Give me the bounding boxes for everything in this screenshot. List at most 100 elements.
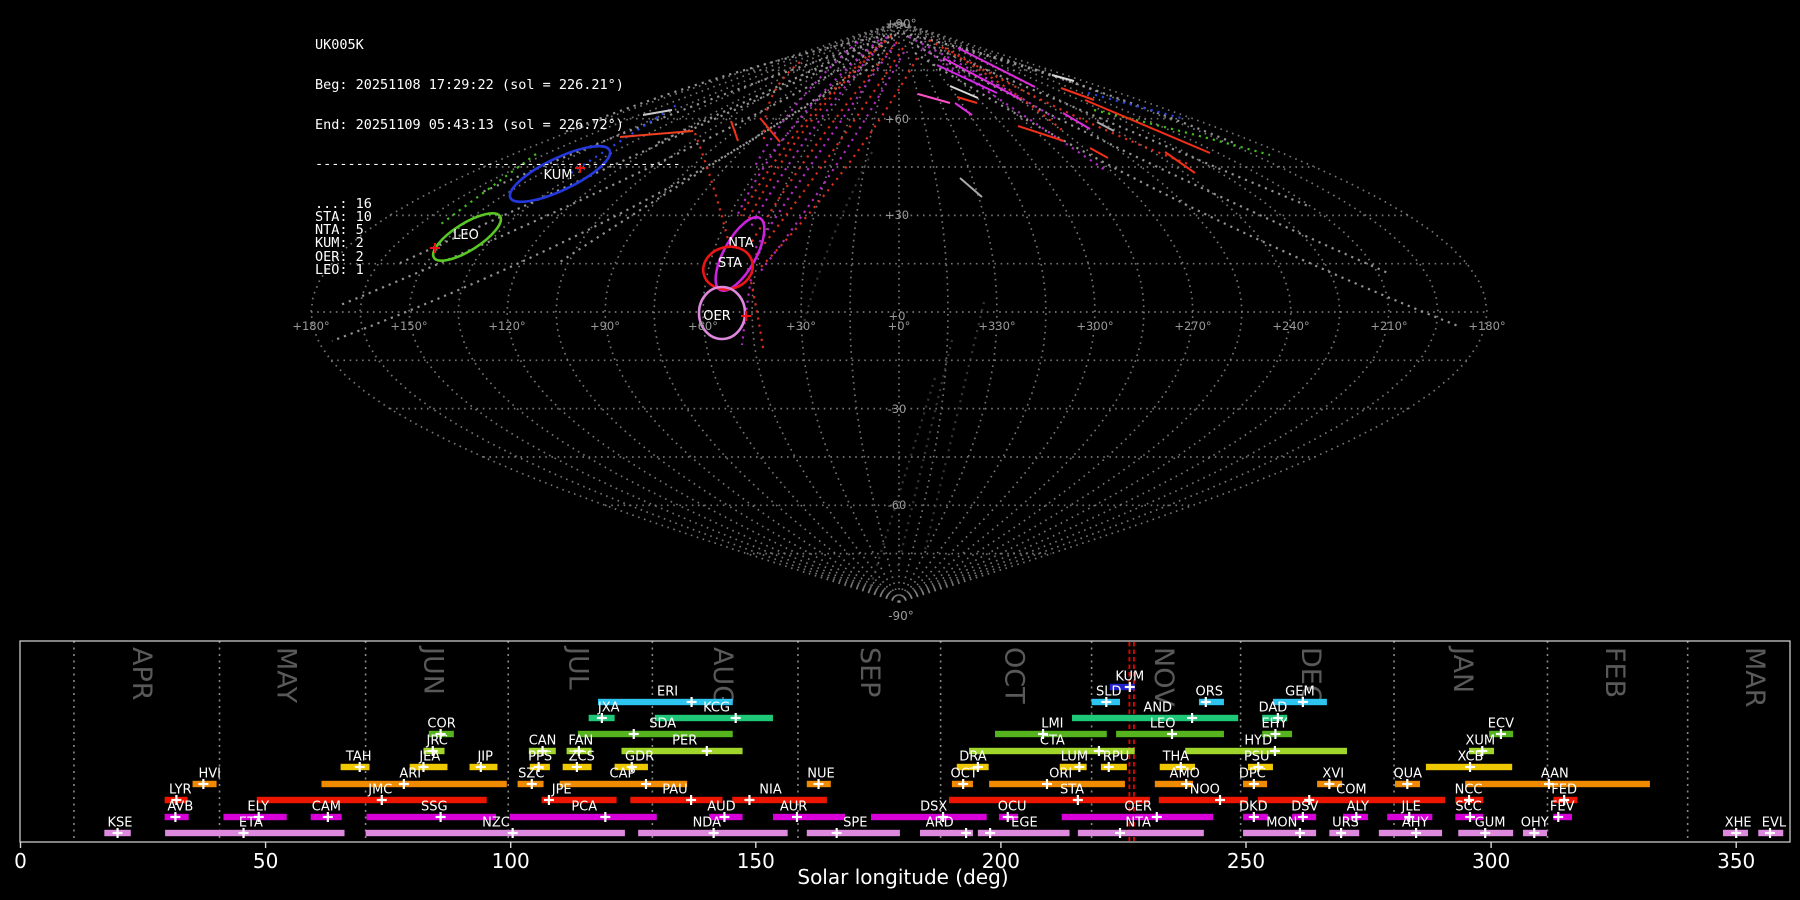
shower-label-RPU: RPU — [1103, 750, 1129, 765]
shower-label-EVL: EVL — [1762, 816, 1787, 831]
shower-bar-NTA — [1078, 830, 1204, 836]
meteor-trail-gray — [657, 47, 862, 143]
longitude-label: +240° — [1272, 319, 1309, 333]
shower-label-ETA: ETA — [239, 816, 263, 831]
shower-label-AAN: AAN — [1541, 767, 1569, 782]
shower-label-LEO: LEO — [1150, 717, 1176, 732]
shower-label-QUA: QUA — [1393, 767, 1422, 782]
meteor-trail-magenta — [753, 44, 895, 252]
shower-label-ARI: ARI — [399, 767, 421, 782]
shower-bar-PCA — [510, 814, 657, 820]
shower-label-GUM: GUM — [1475, 816, 1506, 831]
shower-label-DPC: DPC — [1239, 767, 1266, 782]
shower-label-KUM: KUM — [1115, 670, 1144, 685]
axis-tick-label: 100 — [492, 849, 530, 873]
shower-label-NZC: NZC — [482, 816, 510, 831]
meteor-streak — [1090, 148, 1108, 158]
month-label-MAY: MAY — [271, 647, 302, 704]
radiant-label-STA: STA — [718, 256, 742, 271]
shower-label-PAU: PAU — [662, 783, 687, 798]
shower-label-NTA: NTA — [1125, 816, 1151, 831]
legend-separator: ----------------------------------------… — [315, 158, 681, 171]
shower-label-SLD: SLD — [1096, 685, 1122, 700]
axis-tick-label: 0 — [14, 849, 27, 873]
shower-count-list: ...: 16STA: 10NTA: 5KUM: 2OER: 2LEO: 1 — [315, 198, 681, 277]
shower-bar-JMC — [257, 797, 487, 803]
shower-label-ALY: ALY — [1347, 800, 1369, 815]
shower-label-STA: STA — [1060, 783, 1084, 798]
shower-label-TAH: TAH — [345, 750, 372, 765]
month-label-JUL: JUL — [562, 645, 593, 690]
shower-label-XCB: XCB — [1458, 750, 1484, 765]
shower-label-ORS: ORS — [1195, 685, 1223, 700]
axis-tick-label: 300 — [1472, 849, 1510, 873]
shower-label-CAM: CAM — [312, 800, 341, 815]
meteor-trail-faint — [924, 302, 984, 554]
shower-label-ARD: ARD — [926, 816, 954, 831]
shower-label-OCU: OCU — [998, 800, 1027, 815]
shower-bar-STA — [949, 797, 1150, 803]
shower-label-SPE: SPE — [843, 816, 867, 831]
shower-bar-SSG — [367, 814, 496, 820]
axis-tick-label: 250 — [1227, 849, 1265, 873]
grid-meridian — [752, 22, 899, 602]
shower-count: LEO: 1 — [315, 264, 681, 277]
shower-label-LUM: LUM — [1061, 750, 1088, 765]
longitude-label: +60° — [688, 319, 718, 333]
shower-label-DSX: DSX — [920, 800, 947, 815]
shower-label-DKD: DKD — [1239, 800, 1268, 815]
x-axis-title: Solar longitude (deg) — [797, 865, 1008, 889]
shower-count: OER: 2 — [315, 251, 681, 264]
shower-label-JXA: JXA — [597, 701, 620, 716]
shower-bar-NOO — [1159, 797, 1248, 803]
solar-longitude-axis: 050100150200250300350Solar longitude (de… — [14, 842, 1755, 889]
latitude-label: +60 — [885, 112, 909, 126]
month-label-FEB: FEB — [1599, 647, 1630, 698]
radiant-and-activity-plot: KUMLEONTASTAOER+90°-90°+60+30+0-30-60+18… — [0, 0, 1800, 900]
shower-label-JEA: JEA — [418, 750, 440, 765]
shower-label-EHY: EHY — [1261, 717, 1287, 732]
meteor-streak — [960, 178, 982, 197]
shower-label-XHE: XHE — [1725, 816, 1752, 831]
shower-label-MON: MON — [1266, 816, 1297, 831]
grid-meridian — [899, 22, 1291, 602]
meteor-streak — [950, 86, 978, 98]
shower-label-GDR: GDR — [625, 750, 654, 765]
month-label-AUG: AUG — [707, 647, 738, 706]
grid-meridian — [899, 22, 1095, 602]
shower-label-ZCS: ZCS — [569, 750, 595, 765]
shower-label-AUR: AUR — [780, 800, 807, 815]
shower-label-LMI: LMI — [1041, 717, 1063, 732]
shower-label-JRC: JRC — [426, 734, 448, 749]
shower-label-NUE: NUE — [807, 767, 834, 782]
shower-count: KUM: 2 — [315, 237, 681, 250]
shower-label-EGE: EGE — [1011, 816, 1038, 831]
meteor-streak — [957, 97, 977, 103]
shower-label-SCC: SCC — [1455, 800, 1481, 815]
meteor-trail-faint — [898, 340, 952, 566]
shower-label-KCG: KCG — [703, 701, 730, 716]
axis-tick-label: 50 — [253, 849, 278, 873]
shower-label-OHY: OHY — [1521, 816, 1549, 831]
shower-label-CAP: CAP — [610, 767, 636, 782]
meteor-trail-red — [760, 58, 917, 268]
shower-label-DSV: DSV — [1291, 800, 1318, 815]
latitude-label: -60 — [888, 498, 907, 512]
longitude-label: +30° — [786, 319, 816, 333]
shower-bar-ARI — [321, 781, 506, 787]
shower-label-ERI: ERI — [657, 685, 678, 700]
meteor-trail-magenta — [754, 42, 858, 168]
shower-label-ELY: ELY — [247, 800, 269, 815]
month-label-MAR: MAR — [1739, 647, 1770, 708]
shower-label-ORI: ORI — [1049, 767, 1072, 782]
shower-label-NDA: NDA — [693, 816, 722, 831]
longitude-label: +270° — [1174, 319, 1211, 333]
month-label-APR: APR — [126, 647, 157, 701]
shower-bar-MON — [1243, 830, 1316, 836]
pole-label-north: +90° — [885, 17, 916, 31]
meteor-trail-red — [945, 48, 1188, 164]
shower-label-NIA: NIA — [759, 783, 782, 798]
shower-bar-AHY — [1379, 830, 1442, 836]
shower-label-CAN: CAN — [529, 734, 557, 749]
end-time: End: 20251109 05:43:13 (sol = 226.72°) — [315, 119, 681, 132]
